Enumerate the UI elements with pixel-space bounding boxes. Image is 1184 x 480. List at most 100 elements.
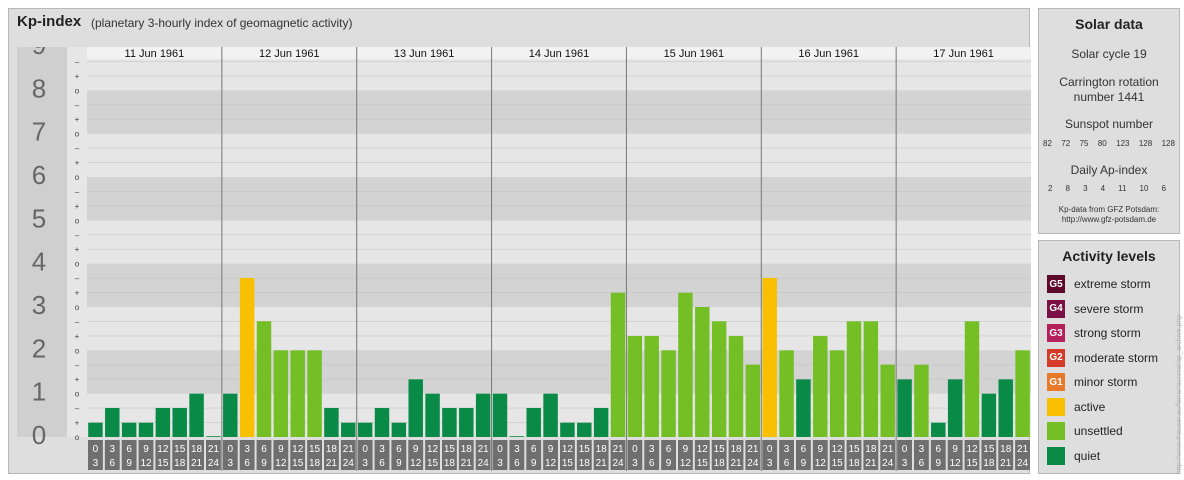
day-label: 13 Jun 1961 bbox=[394, 48, 455, 60]
kp-band bbox=[87, 177, 1031, 221]
time-interval-end: 21 bbox=[326, 458, 338, 469]
y-minor-tick-label: – bbox=[75, 404, 80, 413]
y-minor-tick-label: + bbox=[75, 159, 80, 168]
time-interval-end: 12 bbox=[950, 458, 962, 469]
activity-level-swatch: G1 bbox=[1047, 373, 1065, 391]
time-interval-start: 18 bbox=[596, 444, 608, 455]
activity-level-label: moderate storm bbox=[1074, 350, 1159, 365]
activity-level-item: G3 strong storm bbox=[1047, 323, 1141, 343]
ap-value: 3 bbox=[1083, 184, 1088, 193]
time-interval-end: 15 bbox=[562, 458, 574, 469]
time-interval-start: 9 bbox=[548, 444, 554, 455]
kp-bar bbox=[408, 379, 423, 437]
time-interval-start: 21 bbox=[208, 444, 220, 455]
time-interval-start: 12 bbox=[292, 444, 304, 455]
time-interval-start: 18 bbox=[326, 444, 338, 455]
time-interval-start: 6 bbox=[801, 444, 807, 455]
time-interval-start: 9 bbox=[818, 444, 824, 455]
time-interval-end: 6 bbox=[649, 458, 655, 469]
activity-level-item: quiet bbox=[1047, 446, 1100, 466]
time-interval-end: 9 bbox=[801, 458, 807, 469]
time-interval-start: 3 bbox=[784, 444, 790, 455]
kp-bar bbox=[728, 336, 744, 437]
solar-data-panel: Solar data Solar cycle 19 Carrington rot… bbox=[1038, 8, 1180, 234]
kp-bar bbox=[155, 407, 171, 437]
kp-bar bbox=[425, 393, 440, 437]
time-interval-start: 12 bbox=[697, 444, 709, 455]
kp-bar bbox=[880, 364, 895, 437]
time-interval-end: 15 bbox=[157, 458, 169, 469]
chart-subtitle: (planetary 3-hourly index of geomagnetic… bbox=[91, 16, 353, 30]
time-interval-start: 21 bbox=[612, 444, 624, 455]
y-minor-tick-label: + bbox=[75, 289, 80, 298]
day-label: 14 Jun 1961 bbox=[529, 48, 590, 60]
y-minor-tick-label: – bbox=[75, 101, 80, 110]
y-tick-label: 2 bbox=[32, 333, 46, 363]
source-watermark: http://www.theuser.eu/ferrar/auroral/ap_… bbox=[1176, 314, 1183, 474]
kp-bar bbox=[324, 407, 339, 437]
sunspot-value: 82 bbox=[1043, 139, 1052, 148]
time-interval-end: 9 bbox=[261, 458, 267, 469]
y-tick-label: 1 bbox=[32, 377, 46, 407]
ap-value: 11 bbox=[1118, 184, 1127, 193]
activity-level-item: G5 extreme storm bbox=[1047, 274, 1151, 294]
kp-bar bbox=[644, 336, 659, 437]
kp-bar bbox=[442, 407, 457, 437]
day-label: 16 Jun 1961 bbox=[798, 48, 859, 60]
time-interval-start: 18 bbox=[865, 444, 877, 455]
kp-bar bbox=[121, 422, 137, 437]
time-interval-end: 15 bbox=[427, 458, 439, 469]
time-interval-end: 3 bbox=[767, 458, 773, 469]
time-interval-end: 15 bbox=[966, 458, 978, 469]
time-interval-end: 24 bbox=[1017, 458, 1029, 469]
activity-level-swatch bbox=[1047, 397, 1065, 416]
kp-bar bbox=[1015, 350, 1030, 437]
y-minor-tick-label: – bbox=[75, 361, 80, 370]
time-interval-start: 12 bbox=[157, 444, 169, 455]
ap-value: 2 bbox=[1048, 184, 1053, 193]
time-interval-start: 6 bbox=[126, 444, 132, 455]
y-minor-tick-label: o bbox=[75, 173, 80, 182]
data-source-link[interactable]: http://www.gfz-potsdam.de bbox=[1039, 215, 1179, 225]
time-interval-end: 24 bbox=[612, 458, 624, 469]
kp-bar bbox=[526, 407, 541, 437]
time-interval-end: 3 bbox=[362, 458, 368, 469]
time-interval-start: 3 bbox=[919, 444, 925, 455]
y-minor-tick-label: – bbox=[75, 317, 80, 326]
time-interval-end: 21 bbox=[730, 458, 742, 469]
time-interval-end: 6 bbox=[514, 458, 520, 469]
time-interval-end: 24 bbox=[882, 458, 894, 469]
activity-level-swatch: G5 bbox=[1047, 275, 1065, 293]
time-interval-end: 6 bbox=[244, 458, 250, 469]
y-tick-label: 8 bbox=[32, 73, 46, 103]
kp-bar bbox=[610, 292, 626, 437]
kp-bar bbox=[695, 307, 710, 437]
kp-bar bbox=[829, 350, 845, 437]
time-interval-start: 21 bbox=[478, 444, 490, 455]
time-interval-end: 21 bbox=[461, 458, 473, 469]
kp-bar bbox=[492, 393, 508, 437]
kp-bar bbox=[661, 350, 676, 437]
kp-bar bbox=[223, 393, 238, 437]
activity-level-label: strong storm bbox=[1074, 326, 1141, 340]
sunspot-value: 128 bbox=[1138, 139, 1153, 148]
kp-bar bbox=[560, 422, 575, 437]
sunspot-value: 72 bbox=[1061, 139, 1071, 148]
time-interval-start: 0 bbox=[362, 444, 368, 455]
time-interval-end: 24 bbox=[478, 458, 490, 469]
y-minor-tick-label: o bbox=[75, 130, 80, 139]
y-minor-tick-label: o bbox=[75, 216, 80, 225]
time-interval-start: 0 bbox=[767, 444, 773, 455]
time-interval-start: 12 bbox=[966, 444, 978, 455]
time-interval-start: 12 bbox=[427, 444, 439, 455]
activity-level-label: severe storm bbox=[1074, 301, 1144, 316]
time-interval-start: 6 bbox=[531, 444, 537, 455]
kp-bar bbox=[172, 407, 187, 437]
time-interval-start: 21 bbox=[1017, 444, 1029, 455]
time-interval-end: 18 bbox=[848, 458, 860, 469]
activity-level-label: unsettled bbox=[1074, 424, 1123, 438]
kp-bar bbox=[239, 277, 255, 437]
y-tick-label: 4 bbox=[32, 247, 46, 277]
data-source-label: Kp-data from GFZ Potsdam: bbox=[1058, 205, 1160, 214]
kp-bar bbox=[459, 407, 474, 437]
